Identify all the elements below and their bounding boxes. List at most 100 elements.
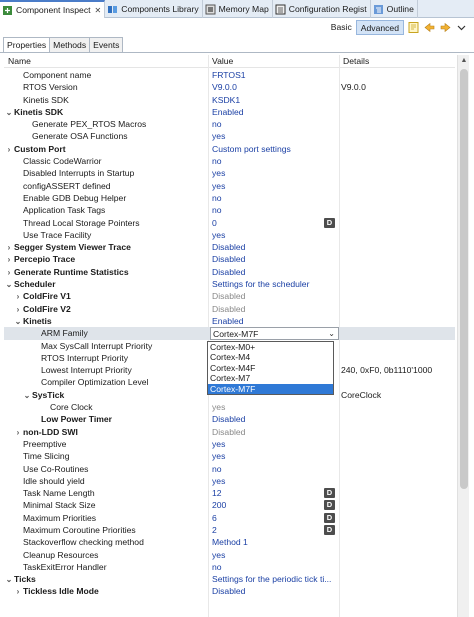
table-row[interactable]: ⌄ Kinetis Enabled [4, 315, 455, 327]
display-format-button[interactable]: D [324, 217, 335, 228]
table-row[interactable]: Stackoverflow checking method Method 1 [4, 536, 455, 548]
dropdown-option[interactable]: Cortex-M4 [208, 352, 333, 362]
dropdown-option[interactable]: Cortex-M7F [208, 383, 333, 394]
table-row[interactable]: › Tickless Idle Mode Disabled [4, 585, 455, 597]
table-row[interactable]: ⌄ Kinetis SDK Enabled [4, 106, 455, 118]
view-tab-outline[interactable]: Outline [371, 0, 418, 18]
property-value[interactable]: Enabled [212, 106, 339, 118]
advanced-mode-button[interactable]: Advanced [355, 19, 404, 35]
table-row[interactable]: RTOS Version V9.0.0 V9.0.0 [4, 81, 455, 93]
property-value[interactable]: V9.0.0 [212, 81, 339, 93]
dropdown-option[interactable]: Cortex-M4F [208, 363, 333, 373]
property-value[interactable]: no [212, 204, 339, 216]
scrollbar-thumb[interactable] [460, 69, 468, 489]
basic-mode-button[interactable]: Basic [327, 20, 356, 35]
new-note-icon[interactable] [407, 21, 420, 34]
view-tab-components-library[interactable]: Components Library [105, 0, 203, 18]
display-format-button[interactable]: D [324, 500, 335, 511]
property-value[interactable]: 6 [212, 512, 339, 524]
property-value[interactable]: Disabled [212, 303, 339, 315]
table-row[interactable]: Time Slicing yes [4, 450, 455, 462]
table-row[interactable]: › Generate Runtime Statistics Disabled [4, 266, 455, 278]
table-row[interactable]: Thread Local Storage Pointers 0 D [4, 217, 455, 229]
view-menu-icon[interactable] [455, 21, 468, 34]
property-value[interactable]: Custom port settings [212, 143, 339, 155]
table-row[interactable]: Disabled Interrupts in Startup yes [4, 167, 455, 179]
property-value[interactable]: FRTOS1 [212, 69, 339, 81]
property-value[interactable]: Disabled [212, 290, 339, 302]
table-row[interactable]: Maximum Coroutine Priorities 2 D [4, 524, 455, 536]
table-row[interactable]: Use Trace Facility yes [4, 229, 455, 241]
table-row[interactable]: Minimal Stack Size 200 D [4, 499, 455, 511]
property-value[interactable]: 200 [212, 499, 339, 511]
property-value[interactable]: yes [212, 229, 339, 241]
view-tab-component-inspect[interactable]: Component Inspect ✕ [0, 0, 106, 18]
property-value[interactable]: 12 [212, 487, 339, 499]
table-row[interactable]: Kinetis SDK KSDK1 [4, 94, 455, 106]
property-value[interactable]: Disabled [212, 253, 339, 265]
property-value[interactable]: Disabled [212, 413, 339, 425]
property-value[interactable]: 0 [212, 217, 339, 229]
property-value[interactable]: Disabled [212, 585, 339, 597]
property-value[interactable]: Settings for the periodic tick ti... [212, 573, 339, 585]
table-row[interactable]: › ColdFire V1 Disabled [4, 290, 455, 302]
table-row[interactable]: › Segger System Viewer Trace Disabled [4, 241, 455, 253]
table-row[interactable]: › Custom Port Custom port settings [4, 143, 455, 155]
table-row[interactable]: ⌄ Ticks Settings for the periodic tick ti.… [4, 573, 455, 585]
table-row[interactable]: › non-LDD SWI Disabled [4, 426, 455, 438]
close-icon[interactable]: ✕ [95, 6, 102, 15]
property-value[interactable]: yes [212, 450, 339, 462]
back-arrow-icon[interactable] [423, 21, 436, 34]
property-value[interactable]: Disabled [212, 241, 339, 253]
tab-events[interactable]: Events [89, 37, 124, 52]
table-row[interactable]: › Percepio Trace Disabled [4, 253, 455, 265]
property-value[interactable]: yes [212, 130, 339, 142]
dropdown-option[interactable]: Cortex-M7 [208, 373, 333, 383]
vertical-scrollbar[interactable]: ▲ [457, 55, 469, 617]
table-row[interactable]: Idle should yield yes [4, 475, 455, 487]
property-value[interactable]: yes [212, 180, 339, 192]
table-row[interactable]: Core Clock yes [4, 401, 455, 413]
table-row[interactable]: Classic CodeWarrior no [4, 155, 455, 167]
property-value[interactable]: yes [212, 167, 339, 179]
column-header-details[interactable]: Details [339, 56, 369, 66]
property-value[interactable]: no [212, 155, 339, 167]
property-value[interactable]: Settings for the scheduler [212, 278, 339, 290]
table-row[interactable]: Use Co-Routines no [4, 463, 455, 475]
property-value[interactable]: Method 1 [212, 536, 339, 548]
dropdown-option[interactable]: Cortex-M0+ [208, 342, 333, 352]
table-row[interactable]: Generate OSA Functions yes [4, 130, 455, 142]
property-value[interactable]: yes [212, 438, 339, 450]
table-row[interactable]: TaskExitError Handler no [4, 561, 455, 573]
column-header-name[interactable]: Name [4, 56, 208, 66]
property-value[interactable]: yes [212, 475, 339, 487]
table-row[interactable]: Component name FRTOS1 [4, 69, 455, 81]
property-value[interactable]: Disabled [212, 426, 339, 438]
property-value[interactable]: no [212, 463, 339, 475]
property-value[interactable]: yes [212, 401, 339, 413]
property-value[interactable]: 2 [212, 524, 339, 536]
property-value[interactable]: no [212, 118, 339, 130]
property-value[interactable]: Enabled [212, 315, 339, 327]
table-row[interactable]: ARM Family Cortex-M7F ⌄ [4, 327, 455, 340]
table-row[interactable]: Cleanup Resources yes [4, 549, 455, 561]
view-tab-configuration-regist[interactable]: Configuration Regist [273, 0, 371, 18]
property-value[interactable]: Disabled [212, 266, 339, 278]
table-row[interactable]: ⌄ Scheduler Settings for the scheduler [4, 278, 455, 290]
property-value[interactable]: no [212, 192, 339, 204]
table-row[interactable]: Maximum Priorities 6 D [4, 512, 455, 524]
table-row[interactable]: › ColdFire V2 Disabled [4, 303, 455, 315]
view-tab-memory-map[interactable]: Memory Map [203, 0, 273, 18]
display-format-button[interactable]: D [324, 524, 335, 535]
scroll-up-icon[interactable]: ▲ [458, 55, 470, 67]
table-row[interactable]: Task Name Length 12 D [4, 487, 455, 499]
table-row[interactable]: configASSERT defined yes [4, 180, 455, 192]
forward-arrow-icon[interactable] [439, 21, 452, 34]
property-value[interactable]: yes [212, 549, 339, 561]
property-value[interactable]: KSDK1 [212, 94, 339, 106]
chevron-right-icon[interactable]: › [13, 586, 23, 598]
column-header-value[interactable]: Value [208, 56, 339, 66]
tab-properties[interactable]: Properties [3, 37, 51, 52]
table-row[interactable]: Application Task Tags no [4, 204, 455, 216]
property-value[interactable]: no [212, 561, 339, 573]
